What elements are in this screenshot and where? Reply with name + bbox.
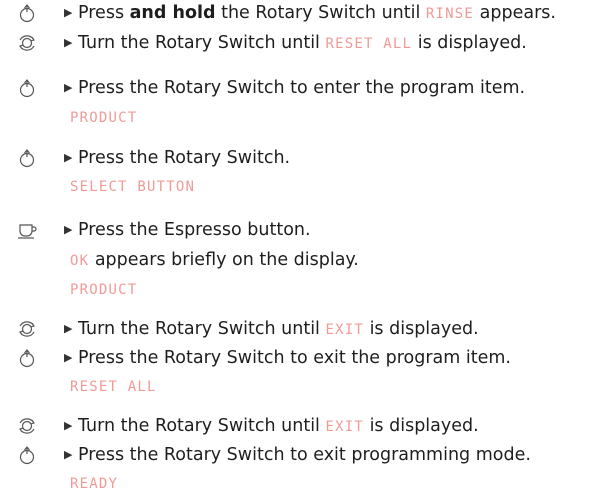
step-text: Turn the Rotary Switch until EXIT is dis… xyxy=(78,319,479,339)
turn-rotary-switch-icon xyxy=(16,415,38,437)
instruction-steps: ▶ Press and hold the Rotary Switch until… xyxy=(0,0,609,499)
bullet-arrow: ▶ xyxy=(64,6,73,19)
press-rotary-switch-icon xyxy=(16,77,38,99)
step-3-display: PRODUCT xyxy=(0,106,609,130)
step-6: ▶ Turn the Rotary Switch until EXIT is d… xyxy=(0,317,609,341)
display-readout: PRODUCT xyxy=(70,110,138,126)
step-5: ▶ Press the Espresso button. xyxy=(0,218,609,242)
press-rotary-switch-icon xyxy=(16,347,38,369)
bullet-arrow: ▶ xyxy=(64,322,73,335)
bullet-arrow: ▶ xyxy=(64,448,73,461)
bullet-arrow: ▶ xyxy=(64,351,73,364)
step-4-display: SELECT BUTTON xyxy=(0,175,609,199)
step-text: Press the Rotary Switch to exit the prog… xyxy=(78,348,511,368)
turn-rotary-switch-icon xyxy=(16,318,38,340)
display-readout: SELECT BUTTON xyxy=(70,179,196,195)
step-7: ▶ Press the Rotary Switch to exit the pr… xyxy=(0,346,609,370)
bullet-arrow: ▶ xyxy=(64,36,73,49)
press-rotary-switch-icon xyxy=(16,2,38,24)
step-9-display: READY xyxy=(0,472,609,496)
step-4: ▶ Press the Rotary Switch. xyxy=(0,146,609,170)
turn-rotary-switch-icon xyxy=(16,32,38,54)
step-5-ok-line: OK appears briefly on the display. xyxy=(0,248,609,272)
step-2: ▶ Turn the Rotary Switch until RESET ALL… xyxy=(0,31,609,55)
bullet-arrow: ▶ xyxy=(64,223,73,236)
step-5-display: PRODUCT xyxy=(0,278,609,302)
step-text: Press and hold the Rotary Switch until R… xyxy=(78,3,556,23)
step-text: Press the Rotary Switch to exit programm… xyxy=(78,445,531,465)
step-9: ▶ Press the Rotary Switch to exit progra… xyxy=(0,443,609,467)
press-rotary-switch-icon xyxy=(16,147,38,169)
step-text: Turn the Rotary Switch until EXIT is dis… xyxy=(78,416,479,436)
step-subtext: OK appears briefly on the display. xyxy=(70,250,359,270)
step-text: Press the Rotary Switch. xyxy=(78,148,291,168)
step-3: ▶ Press the Rotary Switch to enter the p… xyxy=(0,76,609,100)
bullet-arrow: ▶ xyxy=(64,151,73,164)
display-readout: PRODUCT xyxy=(70,282,138,298)
press-rotary-switch-icon xyxy=(16,444,38,466)
display-readout: EXIT xyxy=(325,322,364,338)
emphasis-text: and hold xyxy=(129,3,216,23)
step-text: Press the Espresso button. xyxy=(78,220,311,240)
step-text: Turn the Rotary Switch until RESET ALL i… xyxy=(78,33,527,53)
step-8: ▶ Turn the Rotary Switch until EXIT is d… xyxy=(0,414,609,438)
display-readout: EXIT xyxy=(325,419,364,435)
espresso-cup-icon xyxy=(16,219,38,241)
step-1: ▶ Press and hold the Rotary Switch until… xyxy=(0,1,609,25)
display-readout: RESET ALL xyxy=(325,36,413,52)
display-readout: RESET ALL xyxy=(70,379,157,395)
display-readout: OK xyxy=(70,253,90,269)
display-readout: READY xyxy=(70,476,119,492)
display-readout: RINSE xyxy=(425,6,475,22)
bullet-arrow: ▶ xyxy=(64,419,73,432)
step-text: Press the Rotary Switch to enter the pro… xyxy=(78,78,526,98)
bullet-arrow: ▶ xyxy=(64,81,73,94)
step-7-display: RESET ALL xyxy=(0,375,609,399)
